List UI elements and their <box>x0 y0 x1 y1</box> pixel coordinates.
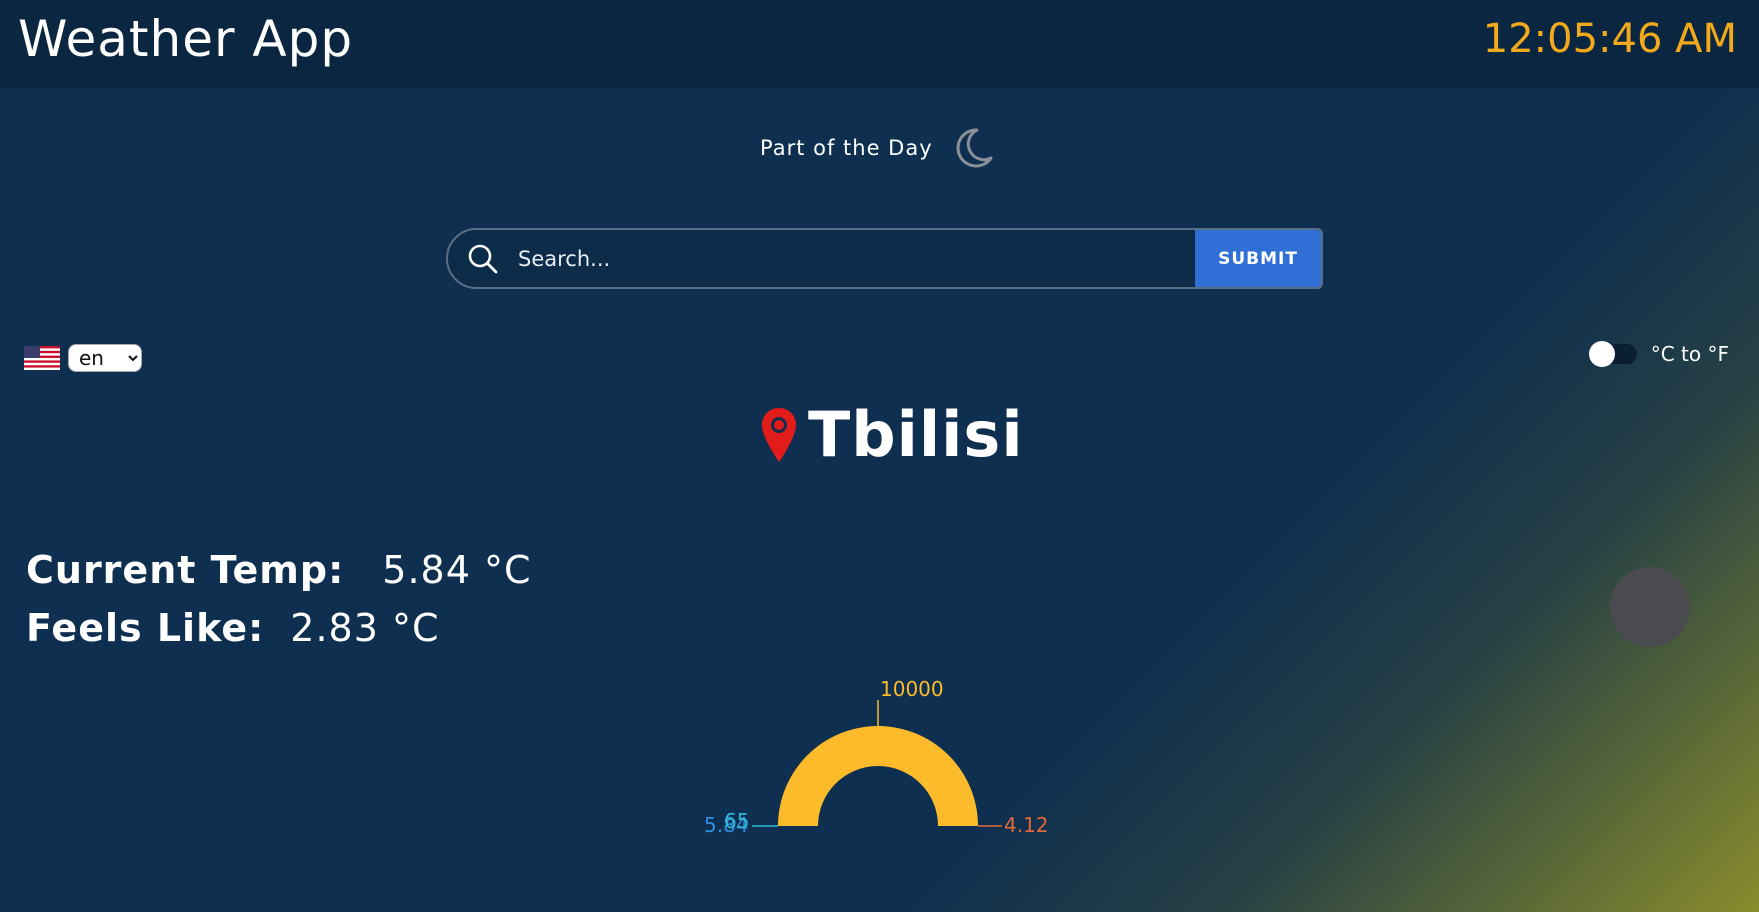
city-name: Tbilisi <box>808 398 1024 471</box>
part-of-day-label: Part of the Day <box>760 136 933 160</box>
submit-button[interactable]: SUBMIT <box>1195 230 1321 287</box>
search-bar: SUBMIT <box>446 228 1323 289</box>
moon-icon <box>956 128 993 168</box>
unit-switch-knob <box>1588 341 1615 367</box>
app-header: Weather App 12:05:46 AM <box>0 0 1759 88</box>
unit-toggle-label: °C to °F <box>1650 342 1729 366</box>
search-input[interactable] <box>518 230 1195 287</box>
gauge-top-label: 10000 <box>880 677 944 701</box>
us-flag-icon <box>24 346 60 370</box>
current-temp-label: Current Temp: <box>26 548 345 592</box>
gauge-left-label-b: 65 <box>724 809 749 833</box>
gauge: 10000 5.84 65 4.12 <box>690 672 1070 846</box>
unit-switch[interactable] <box>1588 341 1637 367</box>
language-picker: en <box>24 344 142 372</box>
feels-like-row: Feels Like: 2.83 °C <box>26 606 532 664</box>
feels-like-label: Feels Like: <box>26 606 265 650</box>
part-of-day: Part of the Day <box>760 126 995 170</box>
location-pin-icon <box>762 407 796 462</box>
unit-toggle: °C to °F <box>1588 341 1729 367</box>
current-temp-row: Current Temp: 5.84 °C <box>26 548 532 606</box>
search-icon <box>448 230 518 287</box>
floating-circle <box>1610 567 1690 647</box>
location: Tbilisi <box>760 398 1024 471</box>
feels-like-value: 2.83 °C <box>290 606 440 650</box>
app-title: Weather App <box>18 10 354 68</box>
clock: 12:05:46 AM <box>1482 16 1737 62</box>
language-select[interactable]: en <box>68 344 142 372</box>
gauge-right-label: 4.12 <box>1004 813 1049 837</box>
gauge-arc <box>778 726 978 826</box>
temperature-panel: Current Temp: 5.84 °C Feels Like: 2.83 °… <box>26 548 532 664</box>
current-temp-value: 5.84 °C <box>382 548 532 592</box>
